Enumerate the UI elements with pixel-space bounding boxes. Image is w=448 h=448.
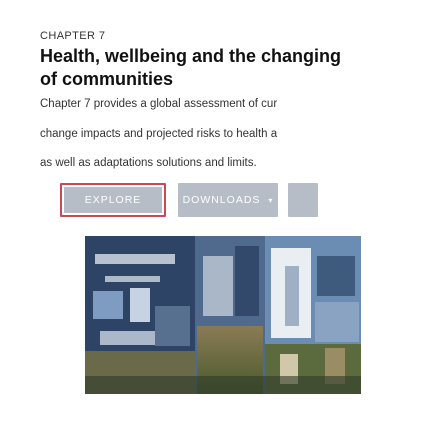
chapter-hero-image [85, 236, 361, 394]
downloads-button-label: DOWNLOADS [182, 194, 261, 206]
chapter-title-line-1: Health, wellbeing and the changing [40, 46, 342, 66]
chapter-summary-line-3: as well as adaptations solutions and lim… [40, 157, 257, 169]
photo-collage-icon [85, 236, 361, 394]
explore-button[interactable]: EXPLORE [60, 183, 166, 217]
chapter-summary-line-2: change impacts and projected risks to he… [40, 128, 278, 140]
downloads-button[interactable]: DOWNLOADS ▾ [178, 183, 278, 217]
chevron-down-icon: ▾ [268, 195, 274, 205]
chapter-title-line-2: of communities [40, 69, 174, 89]
more-button[interactable] [288, 183, 318, 217]
chapter-summary-line-1: Chapter 7 provides a global assessment o… [40, 98, 278, 110]
chapter-page: CHAPTER 7 Health, wellbeing and the chan… [0, 0, 448, 448]
chapter-label: CHAPTER 7 [40, 30, 106, 42]
chapter-title: Health, wellbeing and the changing of co… [40, 45, 448, 91]
